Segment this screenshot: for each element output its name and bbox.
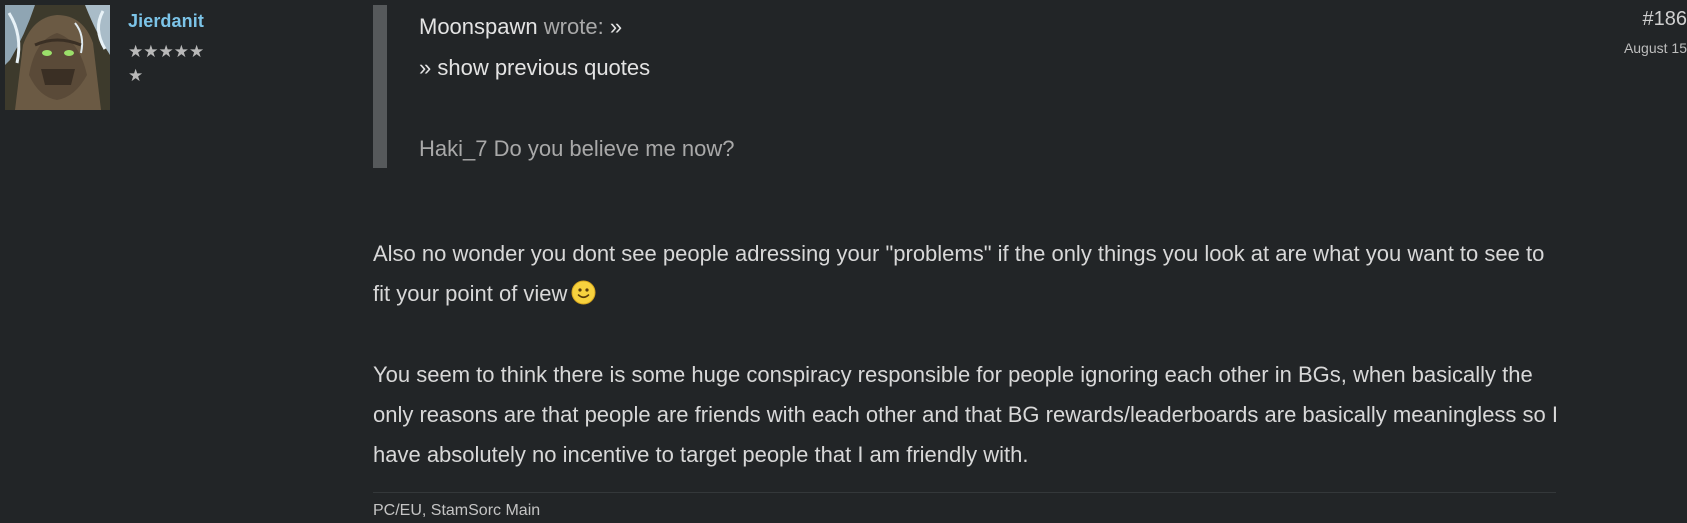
quote-text: Haki_7 Do you believe me now? bbox=[419, 136, 735, 161]
signature-divider bbox=[373, 492, 1556, 493]
avatar-image bbox=[5, 5, 110, 110]
quote-block: Moonspawn wrote: » » show previous quote… bbox=[373, 5, 933, 168]
post-number-link[interactable]: #186 bbox=[1643, 8, 1687, 31]
post-paragraph-1: Also no wonder you dont see people adres… bbox=[373, 234, 1563, 314]
username-link[interactable]: Jierdanit bbox=[128, 11, 204, 32]
signature: PC/EU, StamSorc Main bbox=[373, 502, 541, 519]
post-paragraph-1-text: Also no wonder you dont see people adres… bbox=[373, 241, 1545, 306]
show-previous-quotes-link[interactable]: » show previous quotes bbox=[419, 55, 650, 81]
rank-stars: ★★★★★ bbox=[128, 42, 205, 61]
rank-stars-extra: ★ bbox=[128, 66, 144, 85]
quote-header: Moonspawn wrote: » bbox=[419, 14, 622, 40]
post-date[interactable]: August 15 bbox=[1624, 40, 1687, 56]
quote-wrote-label: wrote: bbox=[543, 14, 604, 39]
post-paragraph-2: You seem to think there is some huge con… bbox=[373, 362, 1559, 467]
quote-author-link[interactable]: Moonspawn bbox=[419, 14, 538, 39]
quote-jump-icon[interactable]: » bbox=[610, 14, 622, 39]
user-avatar[interactable] bbox=[5, 5, 110, 110]
smiley-emoji-icon bbox=[571, 278, 596, 305]
